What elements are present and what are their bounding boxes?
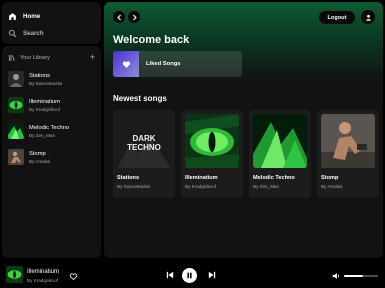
logout-button[interactable]: Logout: [319, 11, 355, 24]
nav-panel: Home Search: [2, 2, 101, 44]
liked-songs-button[interactable]: Liked Songs: [113, 51, 242, 77]
liked-songs-label: Liked Songs: [146, 61, 181, 67]
card-title: Stomp: [321, 175, 339, 181]
library-panel: Your Library + Stations By DanceMuske Il…: [2, 46, 101, 258]
now-playing-art: [6, 266, 23, 283]
forward-button[interactable]: [128, 11, 140, 23]
melodic-thumb: [8, 123, 24, 139]
previous-icon[interactable]: [166, 271, 174, 279]
library-item[interactable]: Illeminatium By Kradgnikcuf: [2, 92, 101, 118]
heart-icon[interactable]: [69, 272, 78, 281]
next-icon[interactable]: [208, 271, 216, 279]
card-art-melodic: [253, 114, 307, 168]
card-subtitle: By Zen_Man: [253, 184, 280, 189]
song-card[interactable]: Melodic Techno By Zen_Man: [249, 110, 311, 198]
plus-icon[interactable]: +: [90, 53, 95, 62]
card-subtitle: By Amaksi: [321, 184, 343, 189]
liked-songs-art: [113, 51, 139, 77]
card-subtitle: By DanceMuske: [117, 184, 151, 189]
now-playing-artist[interactable]: By Kradgnikcuf: [27, 278, 58, 283]
library-item[interactable]: Stomp By Amaksi: [2, 144, 101, 170]
section-title: Newest songs: [113, 94, 167, 103]
player-bar: Illeminatium By Kradgnikcuf: [0, 260, 385, 288]
eye-thumb: [8, 97, 24, 113]
library-item-subtitle: By Kradgnikcuf: [29, 106, 60, 112]
card-title: Stations: [117, 175, 140, 181]
card-art-dark-techno: DARK TECHNO: [117, 114, 171, 168]
song-card[interactable]: Illeminatium By Kradgnikcuf: [181, 110, 243, 198]
card-art-text: DARK: [132, 134, 155, 143]
home-icon: [9, 13, 16, 20]
song-card[interactable]: Stomp By Amaksi: [317, 110, 379, 198]
library-title: Your Library: [20, 54, 50, 61]
library-item-title: Illeminatium: [29, 98, 60, 105]
back-icon: [116, 14, 121, 20]
now-playing-title[interactable]: Illeminatium: [27, 269, 59, 275]
top-bar: Logout: [104, 2, 383, 32]
nav-home-label: Home: [23, 13, 41, 20]
library-item-subtitle: By Amaksi: [29, 158, 51, 164]
library-item[interactable]: Melodic Techno By Zen_Man: [2, 118, 101, 144]
card-title: Illeminatium: [185, 175, 218, 181]
card-art-text: TECHNO: [127, 143, 161, 152]
page-title: Welcome back: [113, 34, 190, 46]
user-button[interactable]: [361, 10, 375, 24]
station-thumb: [8, 71, 24, 87]
library-item-subtitle: By Zen_Man: [29, 132, 56, 138]
library-item-subtitle: By DanceMuske: [29, 80, 63, 86]
library-item-title: Stomp: [29, 150, 46, 157]
stomp-thumb: [8, 149, 24, 165]
library-icon: [8, 54, 15, 61]
pause-button[interactable]: [182, 268, 197, 283]
search-icon: [8, 29, 17, 38]
library-item-title: Stations: [29, 72, 50, 79]
user-icon: [365, 14, 371, 21]
volume-slider[interactable]: [344, 275, 378, 277]
song-cards: DARK TECHNO Stations By DanceMuske Illem…: [113, 110, 379, 198]
card-art-stomp: [321, 114, 375, 168]
nav-search-label: Search: [23, 30, 44, 37]
song-card[interactable]: DARK TECHNO Stations By DanceMuske: [113, 110, 175, 198]
volume-slider-fill: [344, 275, 363, 277]
nav-search[interactable]: Search: [8, 25, 95, 42]
library-header: Your Library +: [2, 46, 101, 66]
back-button[interactable]: [113, 11, 125, 23]
volume-icon[interactable]: [332, 272, 341, 280]
main-panel: Logout Welcome back Liked Songs Newest s…: [104, 2, 383, 258]
forward-icon: [132, 14, 137, 20]
pause-icon: [187, 272, 192, 279]
library-title-button[interactable]: Your Library: [8, 54, 50, 62]
library-item[interactable]: Stations By DanceMuske: [2, 66, 101, 92]
card-art-eye: [185, 114, 239, 168]
library-item-title: Melodic Techno: [29, 124, 70, 131]
heart-icon: [122, 60, 130, 68]
card-subtitle: By Kradgnikcuf: [185, 184, 216, 189]
card-title: Melodic Techno: [253, 175, 295, 181]
nav-home[interactable]: Home: [8, 8, 95, 25]
